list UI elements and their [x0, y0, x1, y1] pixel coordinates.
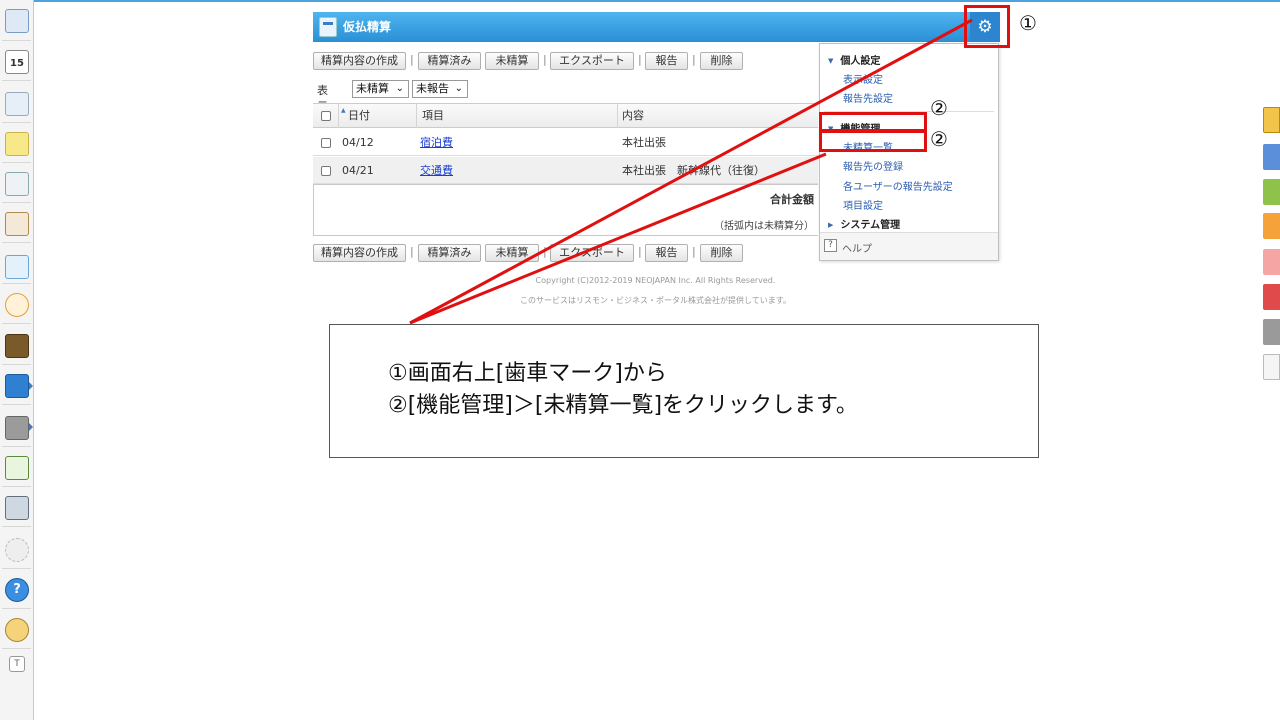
marker-2-item: ② — [930, 127, 948, 151]
gear-highlight-box — [964, 5, 1010, 48]
marker-2-heading: ② — [930, 96, 948, 120]
callout-line-2: ②[機能管理]＞[未精算一覧]をクリックします。 — [388, 393, 858, 418]
marker-1: ① — [1019, 11, 1037, 35]
callout-line-1: ①画面右上[歯車マーク]から — [388, 361, 667, 386]
function-heading-highlight-box — [819, 112, 927, 132]
screen: 15 ? T 仮払精算 ⚙ 精算内容の作成 | 精算済み 未精算 | エクスポー… — [0, 0, 1280, 720]
unsettled-list-highlight-box — [819, 130, 927, 152]
connector-line-gear — [409, 18, 973, 325]
instruction-callout: ①画面右上[歯車マーク]から ②[機能管理]＞[未精算一覧]をクリックします。 — [329, 324, 1039, 458]
connector-line-menu — [409, 152, 827, 325]
